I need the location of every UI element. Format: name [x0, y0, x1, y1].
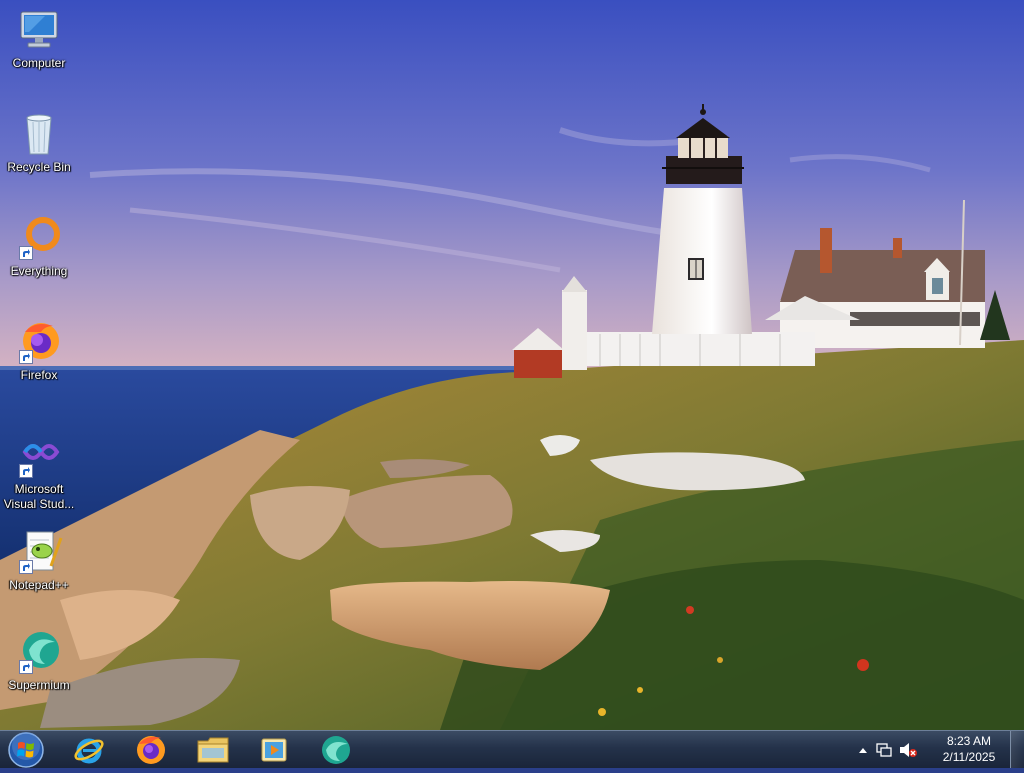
media-player-icon	[261, 738, 287, 761]
desktop-icon-label: Supermium	[8, 678, 70, 692]
start-button[interactable]	[6, 732, 46, 768]
taskbar-media-player-button[interactable]	[248, 731, 300, 768]
supermium-icon	[322, 735, 350, 764]
desktop-icon-label: Microsoft	[14, 482, 64, 496]
desktop-icon-everything[interactable]: Everything	[3, 214, 75, 279]
network-icon	[876, 742, 892, 757]
taskbar-firefox-button[interactable]	[125, 731, 177, 768]
desktop-icon-supermium[interactable]: Supermium	[3, 628, 75, 693]
desktop-icon-label: Everything	[10, 264, 68, 278]
desktop-icon-label: Computer	[12, 56, 66, 70]
desktop-wallpaper	[0, 0, 1024, 730]
taskbar-clock[interactable]: 8:23 AM 2/11/2025	[936, 733, 1002, 765]
taskbar-supermium-button[interactable]	[310, 731, 362, 768]
desktop-icon-computer[interactable]: Computer	[3, 6, 75, 71]
clock-time: 8:23 AM	[946, 734, 992, 748]
desktop-icon-label: Notepad++	[9, 578, 69, 592]
shortcut-arrow-icon	[19, 464, 33, 478]
shortcut-arrow-icon	[19, 660, 33, 674]
desktop-icon-recycle-bin[interactable]: Recycle Bin	[3, 110, 75, 175]
folder-icon	[197, 737, 229, 762]
volume-muted-icon	[900, 742, 917, 757]
computer-icon	[20, 11, 58, 48]
desktop-icon-visual-studio[interactable]: Microsoft Visual Stud...	[3, 432, 75, 512]
internet-explorer-icon	[74, 738, 104, 763]
windows-start-orb-icon	[8, 732, 44, 768]
firefox-icon	[137, 735, 165, 764]
desktop-icon-firefox[interactable]: Firefox	[3, 318, 75, 383]
clock-date: 2/11/2025	[942, 750, 996, 764]
taskbar: 8:23 AM 2/11/2025	[0, 730, 1024, 768]
taskbar-windows-explorer-button[interactable]	[187, 731, 239, 768]
network-tray-button[interactable]	[874, 731, 894, 768]
shortcut-arrow-icon	[19, 246, 33, 260]
show-hidden-icons-button[interactable]	[856, 731, 870, 768]
desktop-icon-label: Firefox	[20, 368, 58, 382]
desktop-icon-label: Visual Stud...	[3, 497, 75, 511]
shortcut-arrow-icon	[19, 350, 33, 364]
show-desktop-button[interactable]	[1010, 731, 1024, 768]
desktop-icon-label: Recycle Bin	[7, 160, 71, 174]
system-tray: 8:23 AM 2/11/2025	[854, 731, 1024, 768]
taskbar-internet-explorer-button[interactable]	[63, 731, 115, 768]
chevron-up-icon	[859, 747, 867, 753]
shortcut-arrow-icon	[19, 560, 33, 574]
volume-tray-button[interactable]	[898, 731, 918, 768]
recycle-bin-icon	[26, 114, 52, 155]
desktop-icon-notepad-plus-plus[interactable]: Notepad++	[3, 528, 75, 593]
